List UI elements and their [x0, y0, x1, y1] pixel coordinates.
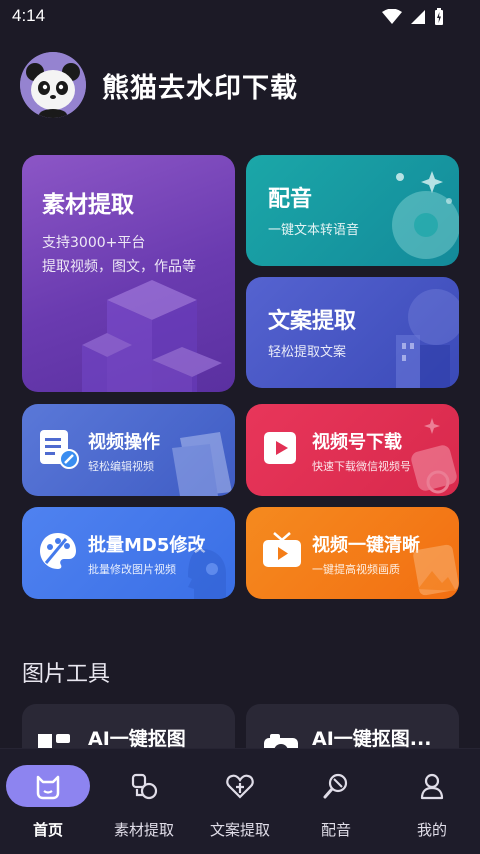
- nav-label-material: 素材提取: [113, 821, 174, 839]
- dub-card[interactable]: 配音 一键文本转语音: [246, 155, 459, 266]
- ai-cutout-2-title: AI一键抠图...: [312, 728, 432, 750]
- nav-item-dub[interactable]: 配音: [288, 749, 384, 854]
- status-bar: 4:14: [0, 0, 480, 34]
- nav-item-copy-extract[interactable]: 文案提取: [192, 749, 288, 854]
- bottom-nav: 首页 素材提取 文案提取 配音 我的: [0, 748, 480, 854]
- md5-modify-card[interactable]: 批量MD5修改 批量修改图片视频: [22, 507, 235, 599]
- buildings-illustration-icon: [396, 289, 459, 388]
- status-icons: [382, 8, 444, 26]
- panda-logo-icon: [20, 52, 86, 118]
- cubes-illustration-icon: [82, 280, 222, 392]
- status-time: 4:14: [12, 6, 46, 25]
- papers-illustration-icon: [172, 432, 232, 496]
- nav-label-copy-extract: 文案提取: [209, 821, 270, 839]
- copy-extract-icon: [226, 774, 254, 799]
- wifi-icon: [382, 9, 402, 24]
- material-icon: [131, 773, 158, 800]
- video-hd-card[interactable]: 视频一键清晰 一键提高视频画质: [246, 507, 459, 599]
- nav-item-material[interactable]: 素材提取: [96, 749, 192, 854]
- image-tools-section-title: 图片工具: [22, 662, 111, 687]
- profile-icon: [420, 773, 444, 800]
- dub-icon: [323, 773, 348, 799]
- nav-item-home[interactable]: 首页: [0, 749, 96, 854]
- copy-extract-card[interactable]: 文案提取 轻松提取文案: [246, 277, 459, 388]
- video-operation-card[interactable]: 视频操作 轻松编辑视频: [22, 404, 235, 496]
- image-illustration-icon: [413, 544, 459, 596]
- nav-label-dub: 配音: [320, 821, 351, 839]
- channel-download-card[interactable]: 视频号下载 快速下载微信视频号: [246, 404, 459, 496]
- ai-cutout-title: AI一键抠图: [88, 728, 186, 750]
- cat-home-icon: [36, 775, 60, 800]
- head-profile-illustration-icon: [188, 549, 226, 599]
- nav-item-profile[interactable]: 我的: [384, 749, 480, 854]
- avatar[interactable]: [20, 52, 86, 118]
- app-header: 熊猫去水印下载: [20, 52, 298, 118]
- vinyl-disc-icon: [392, 171, 459, 259]
- material-extract-card[interactable]: 素材提取 支持3000+平台 提取视频，图文，作品等: [22, 155, 235, 392]
- nav-label-profile: 我的: [416, 821, 447, 839]
- app-title: 熊猫去水印下载: [102, 72, 298, 104]
- nav-label-home: 首页: [32, 821, 63, 839]
- camera-illustration-icon: [411, 418, 457, 494]
- signal-icon: [411, 10, 425, 24]
- battery-icon: [435, 8, 443, 25]
